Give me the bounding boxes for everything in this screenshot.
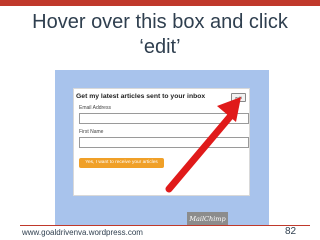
slide-top-bar bbox=[0, 0, 320, 6]
email-label: Email Address bbox=[79, 105, 111, 111]
footer-url: www.goaldrivenva.wordpress.com bbox=[22, 228, 143, 237]
slide-title: Hover over this box and click ‘edit’ bbox=[32, 11, 288, 58]
form-heading: Get my latest articles sent to your inbo… bbox=[76, 93, 206, 100]
mailchimp-badge: MailChimp bbox=[187, 212, 228, 226]
email-input[interactable] bbox=[79, 113, 249, 124]
first-name-label: First Name bbox=[79, 129, 104, 135]
first-name-input[interactable] bbox=[79, 137, 249, 148]
page-number: 82 bbox=[285, 226, 297, 237]
edit-button[interactable]: edit bbox=[231, 93, 246, 102]
footer-rule bbox=[20, 225, 310, 226]
submit-button[interactable]: Yes, I want to receive your articles bbox=[79, 158, 164, 168]
